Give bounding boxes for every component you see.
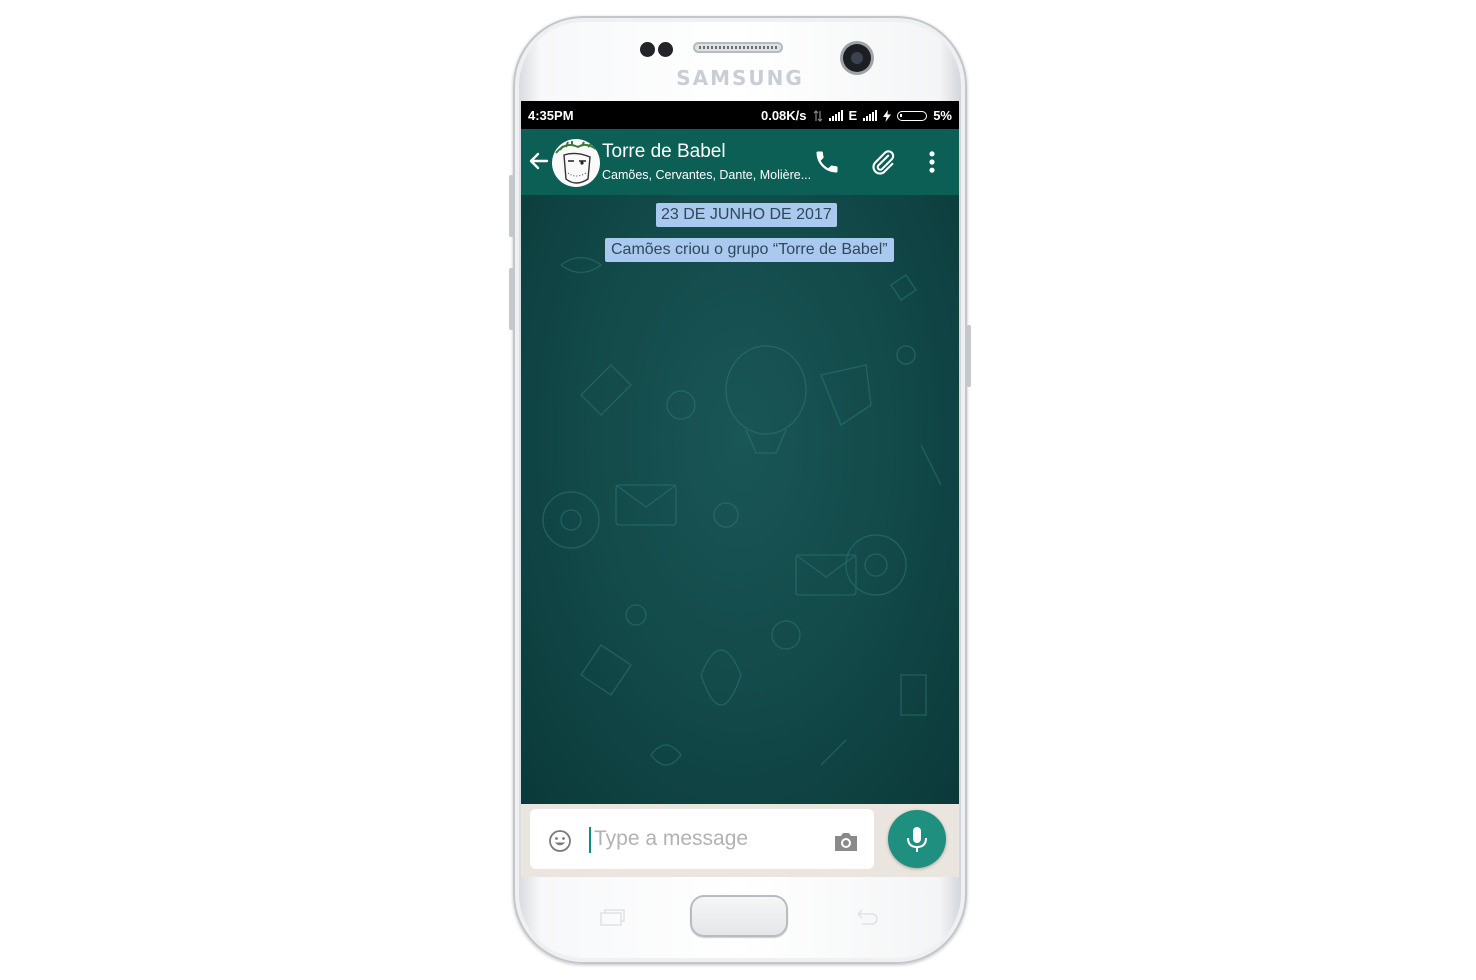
chat-participants[interactable]: Camões, Cervantes, Dante, Molière... — [602, 168, 811, 182]
message-input-box[interactable] — [530, 809, 874, 869]
home-button[interactable] — [690, 895, 788, 937]
chat-wallpaper — [521, 195, 959, 804]
message-composer — [521, 804, 959, 877]
message-input[interactable] — [594, 825, 794, 853]
camera-icon[interactable] — [832, 830, 860, 854]
charging-icon — [883, 109, 892, 122]
back-key-icon[interactable] — [852, 906, 882, 928]
paperclip-icon[interactable] — [869, 148, 897, 176]
front-camera — [843, 44, 871, 72]
date-separator: 23 DE JUNHO DE 2017 — [656, 203, 837, 227]
mic-button[interactable] — [888, 810, 946, 868]
proximity-sensor — [640, 42, 655, 57]
power-button — [966, 325, 971, 387]
light-sensor — [658, 42, 673, 57]
battery-percent: 5% — [933, 108, 952, 123]
group-avatar[interactable] — [552, 139, 600, 187]
network-type: E — [848, 108, 858, 123]
status-bar: 4:35PM 0.08K/s E 5% — [521, 101, 959, 129]
text-cursor — [589, 827, 591, 853]
data-transfer-icon — [813, 109, 822, 122]
brand-logo: SAMSUNG — [676, 66, 804, 90]
recent-apps-icon[interactable] — [597, 906, 627, 928]
emoji-icon[interactable] — [548, 829, 572, 853]
status-time: 4:35PM — [528, 108, 574, 123]
phone-icon[interactable] — [813, 148, 841, 176]
volume-button — [509, 268, 514, 330]
phone-screen: 4:35PM 0.08K/s E 5% Torre de Babel Camõe… — [521, 101, 959, 877]
system-message: Camões criou o grupo “Torre de Babel” — [605, 238, 894, 262]
doodle-pattern-icon — [542, 256, 942, 766]
earpiece-speaker — [693, 42, 783, 53]
back-arrow-icon[interactable] — [527, 149, 551, 173]
avatar-portrait-icon — [555, 141, 597, 184]
more-vert-icon[interactable] — [918, 148, 946, 176]
signal-icon — [863, 110, 878, 121]
battery-icon — [897, 110, 928, 121]
volume-button — [509, 175, 514, 237]
network-speed: 0.08K/s — [760, 108, 807, 123]
chat-title[interactable]: Torre de Babel — [602, 141, 726, 163]
signal-icon — [828, 110, 843, 121]
mic-icon — [907, 827, 927, 852]
chat-header: Torre de Babel Camões, Cervantes, Dante,… — [521, 129, 959, 195]
